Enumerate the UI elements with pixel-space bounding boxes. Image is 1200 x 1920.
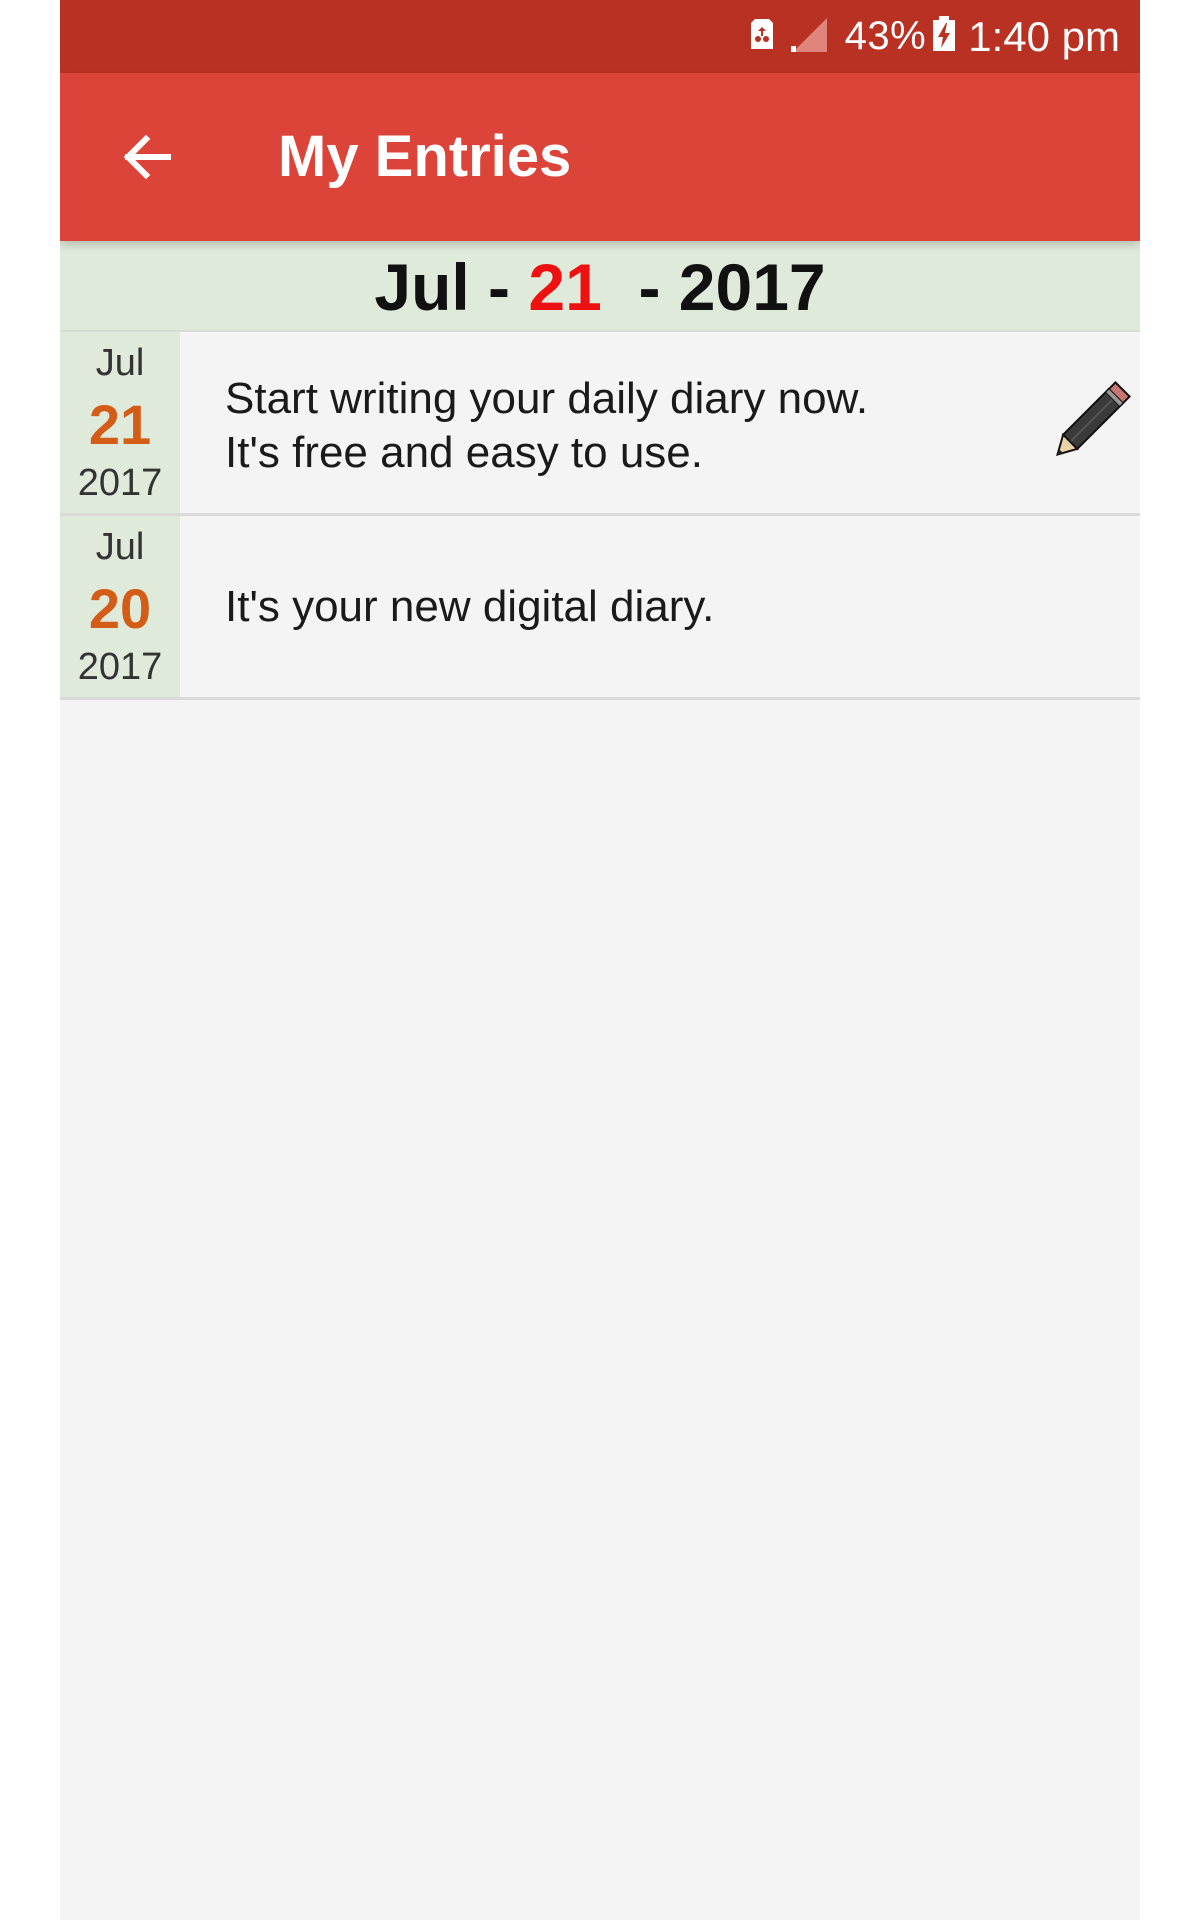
app-toolbar: My Entries	[60, 73, 1140, 241]
header-separator: -	[469, 250, 529, 324]
header-year: 2017	[678, 250, 826, 324]
entry-text: It's your new digital diary.	[225, 580, 985, 634]
status-bar: 43% 1:40 pm	[60, 0, 1140, 73]
entry-line: It's free and easy to use.	[225, 428, 704, 477]
header-separator: -	[601, 250, 679, 324]
entry-year: 2017	[77, 462, 163, 504]
battery-charging-icon	[932, 16, 956, 57]
header-month: Jul	[374, 250, 470, 324]
sim-card-icon	[749, 17, 775, 56]
list-item[interactable]: Jul 20 2017 It's your new digital diary.	[60, 516, 1140, 700]
entry-day: 21	[88, 393, 152, 456]
signal-icon	[789, 14, 829, 59]
entry-date: Jul 20 2017	[60, 516, 180, 697]
entry-date: Jul 21 2017	[60, 332, 180, 513]
entry-month: Jul	[95, 526, 145, 568]
page-title: My Entries	[278, 124, 572, 189]
current-date-header[interactable]: Jul - 21 - 2017	[60, 241, 1140, 332]
header-day: 21	[528, 250, 602, 324]
battery-percent: 43%	[844, 14, 927, 58]
arrow-left-icon	[116, 134, 176, 191]
app-screen: 43% 1:40 pm My Entries Jul - 21 - 2017 J…	[60, 0, 1140, 1920]
entry-text: Start writing your daily diary now. It's…	[225, 372, 985, 480]
entry-line: It's your new digital diary.	[225, 582, 715, 631]
back-button[interactable]	[116, 127, 176, 187]
clock: 1:40 pm	[968, 12, 1120, 60]
pencil-icon	[1040, 380, 1140, 476]
entry-month: Jul	[95, 342, 145, 384]
entry-year: 2017	[77, 646, 163, 688]
list-item[interactable]: Jul 21 2017 Start writing your daily dia…	[60, 332, 1140, 516]
entry-day: 20	[88, 577, 152, 640]
edit-entry-button[interactable]	[1040, 372, 1140, 472]
entry-line: Start writing your daily diary now.	[225, 374, 869, 423]
